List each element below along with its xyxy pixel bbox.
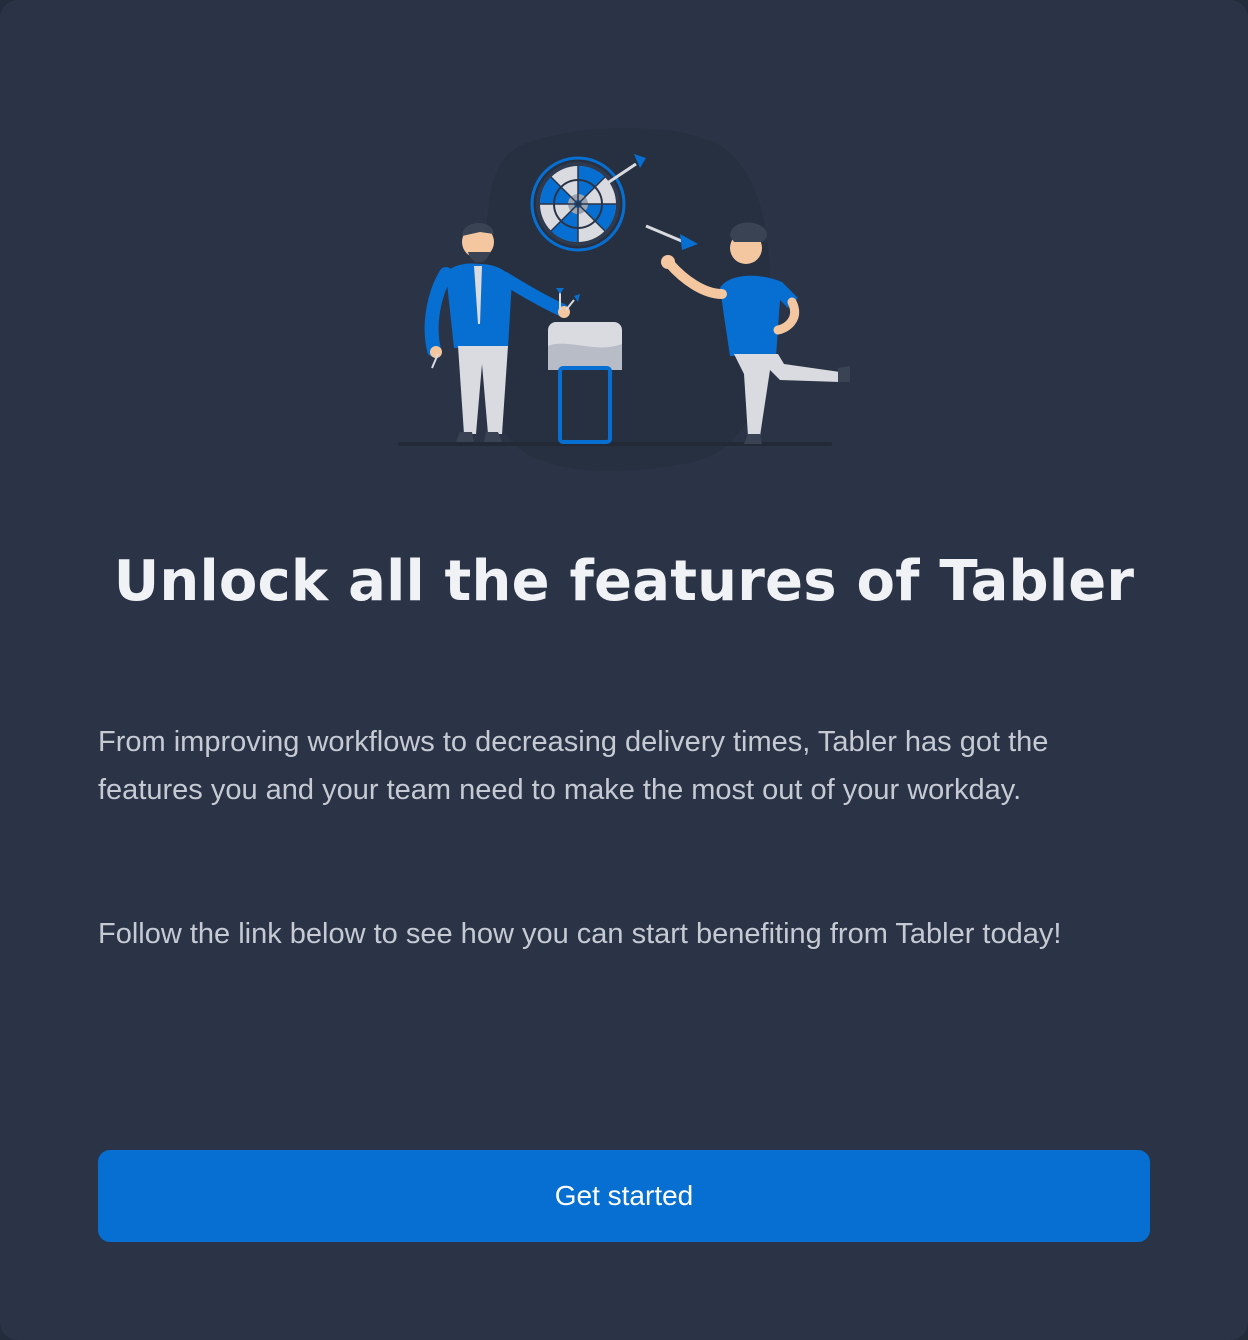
cta-paragraph: Follow the link below to see how you can… [98,918,1062,950]
get-started-button[interactable]: Get started [98,1150,1150,1242]
darts-team-illustration [398,128,850,471]
modal-card: Unlock all the features of Tabler From i… [0,0,1248,1340]
page-title: Unlock all the features of Tabler [113,549,1135,614]
dartboard-icon [530,156,626,252]
intro-paragraph: From improving workflows to decreasing d… [98,726,1049,806]
